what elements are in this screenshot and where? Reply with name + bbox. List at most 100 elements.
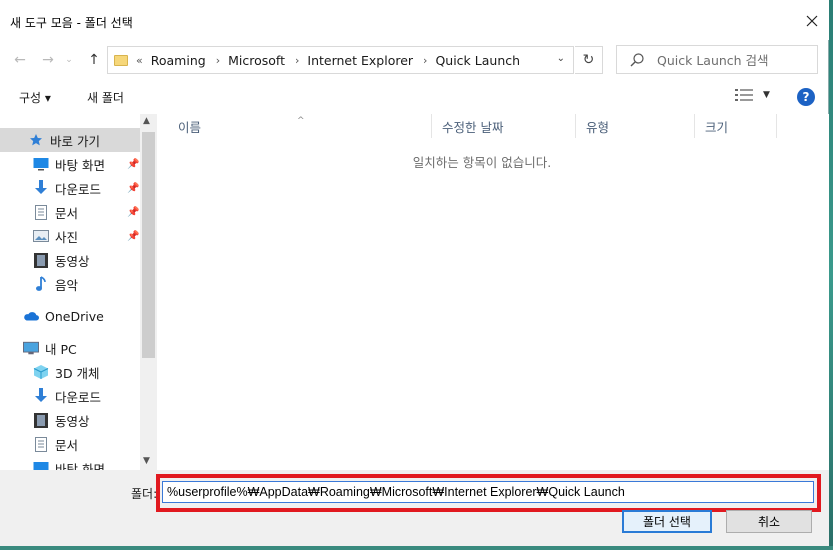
nav-onedrive[interactable]: OneDrive bbox=[23, 305, 104, 327]
overflow-crumbs-button[interactable]: « bbox=[136, 54, 143, 67]
refresh-button[interactable]: ↻ bbox=[575, 46, 603, 74]
folder-path-input[interactable] bbox=[162, 481, 814, 503]
nav-quick-access[interactable]: 바로 가기 bbox=[28, 129, 100, 151]
cloud-icon bbox=[23, 308, 39, 324]
nav-item-videos[interactable]: 동영상 bbox=[33, 249, 90, 271]
nav-label: OneDrive bbox=[45, 308, 104, 324]
file-list: 이름 수정한 날짜 유형 크기 일치하는 항목이 없습니다. bbox=[157, 114, 829, 470]
new-folder-button[interactable]: 새 폴더 bbox=[87, 89, 124, 106]
arrow-left-icon: ← bbox=[14, 52, 26, 68]
document-icon bbox=[33, 204, 49, 220]
nav-label: 동영상 bbox=[55, 413, 90, 429]
chevron-right-icon[interactable]: › bbox=[423, 54, 427, 67]
button-label: 취소 bbox=[757, 515, 781, 529]
download-icon bbox=[33, 388, 49, 404]
chevron-down-icon: ⌄ bbox=[65, 55, 73, 65]
video-icon bbox=[33, 412, 49, 428]
close-button[interactable] bbox=[799, 8, 825, 34]
recent-locations-button[interactable]: ⌄ bbox=[63, 50, 75, 70]
arrow-up-icon: ↑ bbox=[88, 52, 100, 68]
back-button[interactable]: ← bbox=[10, 50, 30, 70]
pin-icon: 📌 bbox=[127, 207, 140, 218]
pin-icon: 📌 bbox=[127, 159, 140, 170]
column-label: 이름 bbox=[178, 119, 202, 135]
search-box[interactable]: Quick Launch 검색 bbox=[616, 45, 818, 74]
nav-item-downloads-pc[interactable]: 다운로드 bbox=[33, 385, 101, 407]
up-button[interactable]: ↑ bbox=[84, 50, 104, 70]
chevron-right-icon[interactable]: › bbox=[295, 54, 299, 67]
breadcrumb-item[interactable]: Quick Launch bbox=[435, 53, 520, 68]
navigation-pane: 바로 가기 바탕 화면 📌 다운로드 📌 문서 📌 사진 📌 동영상 음악 On… bbox=[0, 114, 157, 470]
address-bar[interactable]: « Roaming › Microsoft › Internet Explore… bbox=[107, 46, 574, 74]
nav-item-documents[interactable]: 문서 bbox=[33, 201, 78, 223]
nav-label: 내 PC bbox=[45, 341, 77, 357]
nav-item-desktop-pc[interactable]: 바탕 화면 bbox=[33, 457, 105, 470]
button-label: 폴더 선택 bbox=[643, 515, 691, 529]
desktop-background-bottom bbox=[0, 546, 833, 550]
scroll-down-icon[interactable]: ▼ bbox=[143, 456, 150, 466]
search-placeholder: Quick Launch 검색 bbox=[657, 53, 769, 68]
chevron-down-icon: ▼ bbox=[763, 90, 770, 100]
nav-item-downloads[interactable]: 다운로드 bbox=[33, 177, 101, 199]
help-icon[interactable]: ? bbox=[797, 88, 815, 106]
computer-icon bbox=[23, 340, 39, 356]
chevron-right-icon[interactable]: › bbox=[216, 54, 220, 67]
nav-pane-scrollbar[interactable]: ▲ ▼ bbox=[140, 114, 157, 470]
nav-item-documents-pc[interactable]: 문서 bbox=[33, 433, 78, 455]
scroll-up-icon[interactable]: ▲ bbox=[143, 116, 150, 126]
document-icon bbox=[33, 436, 49, 452]
breadcrumb-item[interactable]: Microsoft bbox=[228, 53, 285, 68]
close-icon bbox=[806, 15, 818, 27]
nav-label: 문서 bbox=[55, 437, 79, 453]
nav-label: 3D 개체 bbox=[55, 365, 100, 381]
cube-icon bbox=[33, 364, 49, 380]
column-label: 유형 bbox=[586, 119, 610, 135]
address-dropdown-icon[interactable]: ⌄ bbox=[557, 53, 565, 64]
nav-label: 동영상 bbox=[55, 253, 90, 269]
desktop-icon bbox=[33, 460, 49, 470]
nav-item-desktop[interactable]: 바탕 화면 bbox=[33, 153, 105, 175]
column-label: 크기 bbox=[705, 119, 729, 135]
arrow-right-icon: → bbox=[42, 52, 54, 68]
video-icon bbox=[33, 252, 49, 268]
sort-ascending-icon: ^ bbox=[297, 116, 305, 126]
nav-label: 다운로드 bbox=[55, 389, 102, 405]
forward-button[interactable]: → bbox=[38, 50, 58, 70]
nav-label: 바로 가기 bbox=[50, 133, 100, 149]
nav-label: 다운로드 bbox=[55, 181, 102, 197]
title-bar: 새 도구 모음 - 폴더 선택 bbox=[0, 0, 829, 40]
nav-item-videos-pc[interactable]: 동영상 bbox=[33, 409, 90, 431]
folder-icon bbox=[114, 54, 128, 66]
column-header-date[interactable]: 수정한 날짜 bbox=[432, 114, 576, 138]
star-icon bbox=[28, 132, 44, 148]
pin-icon: 📌 bbox=[127, 231, 140, 242]
empty-message: 일치하는 항목이 없습니다. bbox=[412, 155, 552, 170]
desktop-icon bbox=[33, 156, 49, 172]
picture-icon bbox=[33, 228, 49, 244]
cancel-button[interactable]: 취소 bbox=[726, 510, 812, 533]
scrollbar-thumb[interactable] bbox=[142, 132, 155, 358]
music-icon bbox=[33, 276, 49, 292]
column-label: 수정한 날짜 bbox=[442, 119, 504, 135]
download-icon bbox=[33, 180, 49, 196]
select-folder-button[interactable]: 폴더 선택 bbox=[622, 510, 712, 533]
organize-button[interactable]: 구성 ▾ bbox=[19, 89, 51, 106]
nav-label: 사진 bbox=[55, 229, 79, 245]
column-header-type[interactable]: 유형 bbox=[576, 114, 695, 138]
search-icon bbox=[630, 52, 644, 66]
breadcrumb-item[interactable]: Roaming bbox=[151, 53, 206, 68]
view-options-button[interactable]: ▼ bbox=[735, 89, 770, 101]
folder-label: 폴더: bbox=[131, 487, 158, 501]
pin-icon: 📌 bbox=[127, 183, 140, 194]
nav-item-music[interactable]: 음악 bbox=[33, 273, 78, 295]
column-header-size[interactable]: 크기 bbox=[695, 114, 777, 138]
window-title: 새 도구 모음 - 폴더 선택 bbox=[10, 16, 133, 30]
nav-label: 바탕 화면 bbox=[55, 461, 105, 471]
nav-this-pc[interactable]: 내 PC bbox=[23, 337, 77, 359]
breadcrumb-item[interactable]: Internet Explorer bbox=[307, 53, 413, 68]
folder-select-dialog: 새 도구 모음 - 폴더 선택 ← → ⌄ ↑ « Roaming › Micr… bbox=[0, 0, 829, 546]
nav-item-pictures[interactable]: 사진 bbox=[33, 225, 78, 247]
nav-label: 음악 bbox=[55, 277, 79, 293]
nav-label: 문서 bbox=[55, 205, 79, 221]
nav-item-3d-objects[interactable]: 3D 개체 bbox=[33, 361, 100, 383]
